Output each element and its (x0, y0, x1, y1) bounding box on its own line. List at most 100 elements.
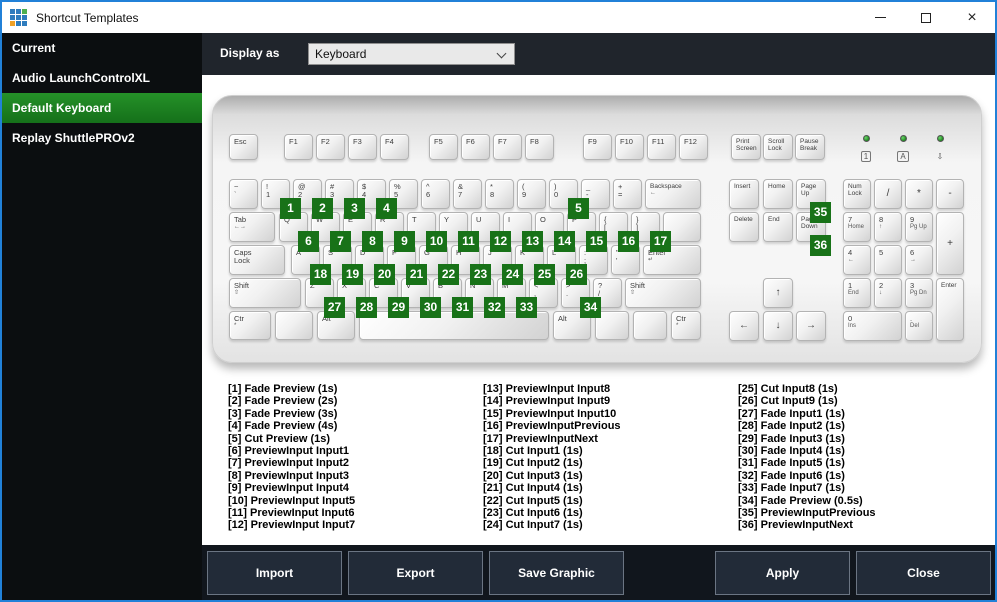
key-f2: F2 (316, 134, 345, 160)
shortcut-item: [36] PreviewInputNext (738, 519, 853, 532)
shortcut-badge-18: 18 (310, 264, 331, 285)
key-7: & 7 (453, 179, 482, 209)
key-blank: * (905, 179, 933, 209)
shortcut-badge-34: 34 (580, 297, 601, 318)
key-blank (633, 311, 667, 340)
app-icon-square (22, 15, 27, 20)
key-ctr: Ctr * (229, 311, 271, 340)
shortcut-badge-5: 5 (568, 198, 589, 219)
app-icon-square (16, 15, 21, 20)
key-tab: Tab ←→ (229, 212, 275, 242)
shortcut-badge-10: 10 (426, 231, 447, 252)
shortcut-badge-6: 6 (298, 231, 319, 252)
close-button[interactable]: Close (856, 550, 991, 595)
shortcut-item: [21] Cut Input4 (1s) (483, 482, 583, 495)
shortcut-item: [18] Cut Input1 (1s) (483, 445, 583, 458)
shortcut-item: [9] PreviewInput Input4 (228, 482, 350, 495)
content-panel: Esc F1 F2 F3 F4 F5 F6 F7 F8 F9 F10 F11 F12 Print Scree… (202, 75, 995, 545)
key-blank: → (796, 311, 826, 341)
export-button[interactable]: Export (348, 550, 483, 595)
shortcut-badge-4: 4 (376, 198, 397, 219)
shortcut-item: [14] PreviewInput Input9 (483, 395, 611, 408)
key-ctr: Ctr * (671, 311, 701, 340)
key-f3: F3 (348, 134, 377, 160)
shortcut-badge-36: 36 (810, 235, 831, 256)
shortcut-badge-31: 31 (452, 297, 473, 318)
shortcut-item: [30] Fade Input4 (1s) (738, 445, 845, 458)
key-0: 0 Ins (843, 311, 902, 341)
maximize-icon (921, 12, 931, 23)
shortcut-badge-27: 27 (324, 297, 345, 318)
key-f5: F5 (429, 134, 458, 160)
shortcut-item: [4] Fade Preview (4s) (228, 420, 338, 433)
key-caps-lock: Caps Lock (229, 245, 285, 275)
shortcut-item: [8] PreviewInput Input3 (228, 469, 350, 482)
key-blank: . Del (905, 311, 933, 341)
shortcut-item: [22] Cut Input5 (1s) (483, 494, 583, 507)
shortcut-badge-19: 19 (342, 264, 363, 285)
key-blank: ← (729, 311, 759, 341)
apply-button[interactable]: Apply (715, 550, 850, 595)
shortcut-item: [24] Cut Input7 (1s) (483, 519, 583, 532)
sidebar-item-audio-launchcontrolxl[interactable]: Audio LaunchControlXL (2, 63, 202, 93)
key-2: 2 ↓ (874, 278, 902, 308)
key-end: End (763, 212, 793, 242)
key-f8: F8 (525, 134, 554, 160)
key-blank: ~ ` (229, 179, 258, 209)
key-enter: Enter (936, 278, 964, 341)
minimize-button[interactable] (857, 2, 903, 33)
shortcut-item: [13] PreviewInput Input8 (483, 383, 611, 395)
shortcut-item: [10] PreviewInput Input5 (228, 494, 356, 507)
shortcut-badge-28: 28 (356, 297, 377, 318)
shortcut-badge-33: 33 (516, 297, 537, 318)
key-f4: F4 (380, 134, 409, 160)
display-as-dropdown[interactable]: Keyboard (308, 43, 515, 65)
key-f11: F11 (647, 134, 676, 160)
save-graphic-button[interactable]: Save Graphic (489, 550, 624, 595)
led-symbol: ⇩ (936, 152, 944, 161)
shortcut-badge-20: 20 (374, 264, 395, 285)
led-symbol: 1 (860, 151, 872, 162)
app-icon (10, 9, 27, 26)
shortcut-badge-21: 21 (406, 264, 427, 285)
close-button[interactable]: × (949, 2, 995, 33)
shortcut-badge-2: 2 (312, 198, 333, 219)
key-blank: ↓ (763, 311, 793, 341)
key-blank: / (874, 179, 902, 209)
shortcut-badge-32: 32 (484, 297, 505, 318)
shortcut-item: [16] PreviewInputPrevious (483, 420, 621, 433)
window-controls: × (857, 2, 995, 33)
import-button[interactable]: Import (207, 550, 342, 595)
key-1: 1 End (843, 278, 871, 308)
template-sidebar: Current Audio LaunchControlXL Default Keyb… (2, 33, 202, 600)
sidebar-item-current[interactable]: Current (2, 33, 202, 63)
shortcut-item: [11] PreviewInput Input6 (228, 507, 355, 520)
shortcut-badge-24: 24 (502, 264, 523, 285)
key-7: 7 Home (843, 212, 871, 242)
shortcut-item: [33] Fade Input7 (1s) (738, 482, 845, 495)
window-title: Shortcut Templates (36, 10, 139, 25)
shortcut-badge-17: 17 (650, 231, 671, 252)
shortcut-badge-13: 13 (522, 231, 543, 252)
key-8: 8 ↑ (874, 212, 902, 242)
shortcut-item: [2] Fade Preview (2s) (228, 395, 338, 408)
led-indicator-1: 1 (858, 135, 874, 164)
display-as-label: Display as (220, 46, 280, 60)
shortcut-item: [29] Fade Input3 (1s) (738, 432, 845, 445)
shortcut-item: [25] Cut Input8 (1s) (738, 383, 838, 395)
shortcut-item: [28] Fade Input2 (1s) (738, 420, 845, 433)
shortcut-badge-16: 16 (618, 231, 639, 252)
led-dot (936, 135, 944, 142)
key-f12: F12 (679, 134, 708, 160)
shortcut-badge-25: 25 (534, 264, 555, 285)
chevron-down-icon (496, 48, 507, 59)
key-f1: F1 (284, 134, 313, 160)
sidebar-item-default-keyboard[interactable]: Default Keyboard (2, 93, 202, 123)
sidebar-item-replay-shuttleprov2[interactable]: Replay ShuttlePROv2 (2, 123, 202, 153)
shortcut-item: [26] Cut Input9 (1s) (738, 395, 838, 408)
key-insert: Insert (729, 179, 759, 209)
maximize-button[interactable] (903, 2, 949, 33)
led-indicator-a: A (895, 135, 911, 164)
key-9: (9 (517, 179, 546, 209)
shortcut-item: [12] PreviewInput Input7 (228, 519, 356, 532)
